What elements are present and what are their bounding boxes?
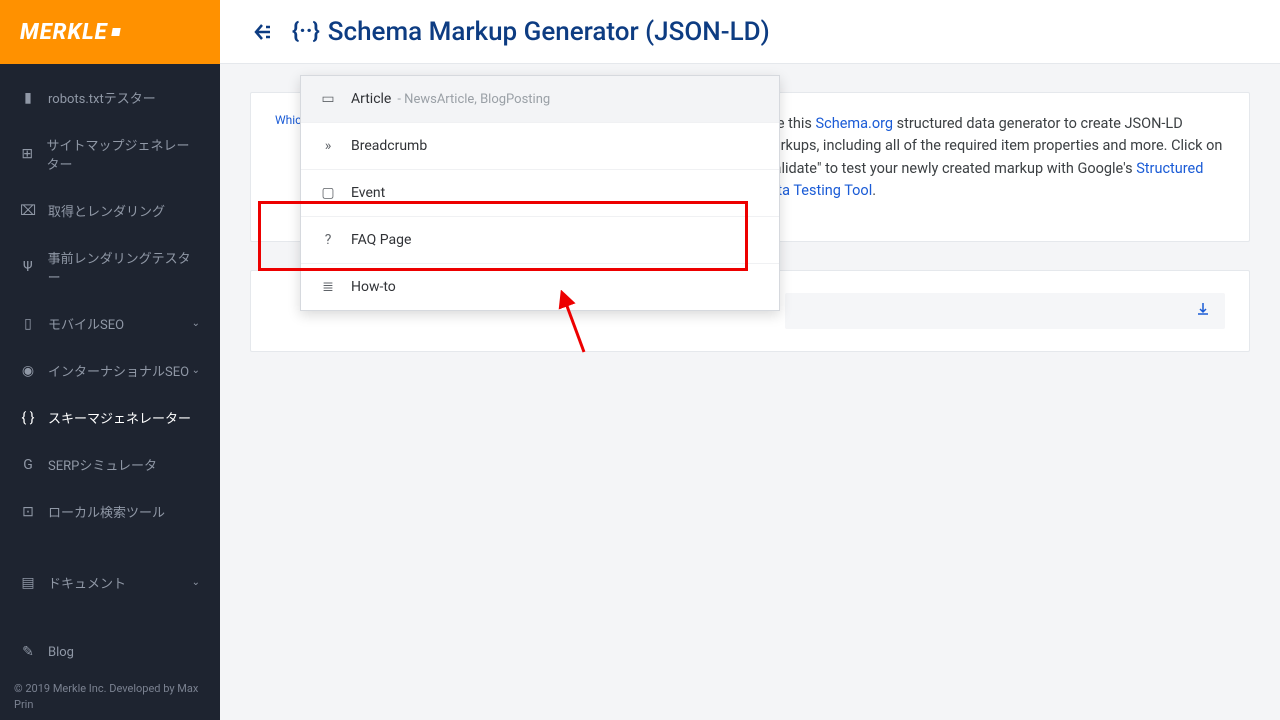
sidebar-item-label: ローカル検索ツール	[48, 502, 165, 521]
dropdown-item[interactable]: ≣ How-to	[301, 264, 779, 310]
event-icon: ▢	[319, 184, 337, 202]
dropdown-item[interactable]: ▭ Article - NewsArticle, BlogPosting	[301, 76, 779, 123]
prerender-icon: Ψ	[20, 259, 36, 275]
sidebar-nav: ▮ robots.txtテスター ⊞ サイトマップジェネレーター ⌧ 取得とレンダリング Ψ…	[0, 64, 220, 674]
description-text: Use this Schema.org structured data gene…	[760, 113, 1225, 203]
local-icon: ⊡	[20, 504, 36, 520]
sidebar-item-label: サイトマップジェネレーター	[47, 135, 200, 173]
sidebar-item[interactable]: ⌧ 取得とレンダリング	[0, 187, 220, 234]
sidebar-item[interactable]: ▮ robots.txtテスター	[0, 74, 220, 121]
chevron-down-icon: ⌄	[192, 577, 200, 588]
sidebar-item[interactable]: ✎ Blog	[0, 630, 220, 674]
dropdown-item[interactable]: ▢ Event	[301, 170, 779, 217]
faq-icon: ?	[319, 231, 337, 249]
sidebar-item[interactable]: ▯ モバイルSEO ⌄	[0, 300, 220, 347]
code-toolbar	[785, 293, 1225, 329]
chevron-down-icon: ⌄	[192, 318, 200, 329]
sidebar-item-label: 事前レンダリングテスター	[48, 248, 200, 286]
article-icon: ▭	[319, 90, 337, 108]
sidebar-item[interactable]: ⊞ サイトマップジェネレーター	[0, 121, 220, 187]
sidebar-item-label: Blog	[48, 645, 74, 660]
dropdown-item-hint: - NewsArticle, BlogPosting	[397, 92, 550, 107]
schema-dropdown[interactable]: ▭ Article - NewsArticle, BlogPosting » Bread…	[300, 75, 780, 311]
schema-org-link[interactable]: Schema.org	[816, 115, 894, 132]
sidebar-item[interactable]: { } スキーマジェネレーター	[0, 394, 220, 441]
chevron-down-icon: ⌄	[192, 365, 200, 376]
file-icon: ▮	[20, 90, 36, 106]
schema-braces-icon: {··}	[292, 19, 320, 44]
sidebar-item-label: モバイルSEO	[48, 314, 124, 333]
back-button[interactable]	[240, 12, 280, 52]
dropdown-item-label: Breadcrumb	[351, 138, 427, 154]
brand-logo[interactable]: MERKLE	[0, 0, 220, 64]
globe-icon: ◉	[20, 363, 36, 379]
dropdown-item[interactable]: » Breadcrumb	[301, 123, 779, 170]
sidebar-item-label: インターナショナルSEO	[48, 361, 189, 380]
sidebar-item-label: robots.txtテスター	[48, 88, 156, 107]
sidebar-item-label: SERPシミュレータ	[48, 455, 157, 474]
schema-icon: { }	[20, 410, 36, 426]
dropdown-item-label: FAQ Page	[351, 232, 411, 248]
sidebar-item[interactable]: ⊡ ローカル検索ツール	[0, 488, 220, 535]
fetch-icon: ⌧	[20, 203, 36, 219]
sidebar: MERKLE ▮ robots.txtテスター ⊞ サイトマップジェネレーター ⌧ 取得と…	[0, 0, 220, 720]
dropdown-item-label: How-to	[351, 279, 396, 295]
serp-icon: G	[20, 457, 36, 473]
brand-text: MERKLE	[20, 20, 108, 45]
dropdown-list: ▭ Article - NewsArticle, BlogPosting » Bread…	[301, 76, 779, 310]
download-icon[interactable]	[1195, 301, 1211, 321]
logo-accent-icon	[111, 28, 120, 36]
blog-icon: ✎	[20, 644, 36, 660]
breadcrumb-icon: »	[319, 137, 337, 155]
page-header: {··} Schema Markup Generator (JSON-LD)	[220, 0, 1280, 64]
page-title: Schema Markup Generator (JSON-LD)	[328, 17, 770, 47]
sidebar-item[interactable]: G SERPシミュレータ	[0, 441, 220, 488]
howto-icon: ≣	[319, 278, 337, 296]
sitemap-icon: ⊞	[20, 146, 35, 162]
dropdown-item-label: Event	[351, 185, 385, 201]
sidebar-item[interactable]: ◉ インターナショナルSEO⌄	[0, 347, 220, 394]
sidebar-item-label: スキーマジェネレーター	[48, 408, 191, 427]
sidebar-item[interactable]: Ψ 事前レンダリングテスター	[0, 234, 220, 300]
sidebar-item-label: ドキュメント	[48, 573, 126, 592]
sidebar-item[interactable]: ▤ ドキュメント ⌄	[0, 559, 220, 606]
sidebar-item-label: 取得とレンダリング	[48, 201, 165, 220]
desc-end: .	[872, 182, 876, 199]
footer-text: © 2019 Merkle Inc. Developed by Max Prin	[0, 671, 220, 720]
dropdown-item[interactable]: ? FAQ Page	[301, 217, 779, 264]
mobile-icon: ▯	[20, 316, 36, 332]
docs-icon: ▤	[20, 575, 36, 591]
dropdown-item-label: Article	[351, 91, 391, 107]
